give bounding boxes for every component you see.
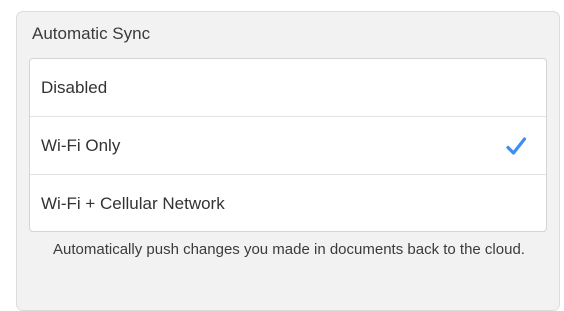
option-label: Wi-Fi + Cellular Network (41, 194, 225, 213)
option-label: Disabled (41, 78, 108, 97)
option-wifi-cellular[interactable]: Wi-Fi + Cellular Network (30, 175, 546, 233)
option-disabled[interactable]: Disabled (30, 59, 546, 117)
sync-options-list: Disabled Wi-Fi Only Wi-Fi + Cellular Net… (29, 58, 547, 232)
sync-description: Automatically push changes you made in d… (53, 241, 525, 258)
option-wifi-only[interactable]: Wi-Fi Only (30, 117, 546, 175)
section-title: Automatic Sync (32, 24, 151, 43)
option-label: Wi-Fi Only (41, 136, 121, 155)
checkmark-icon (506, 137, 527, 155)
automatic-sync-panel: Automatic Sync Disabled Wi-Fi Only Wi-Fi… (16, 11, 560, 311)
